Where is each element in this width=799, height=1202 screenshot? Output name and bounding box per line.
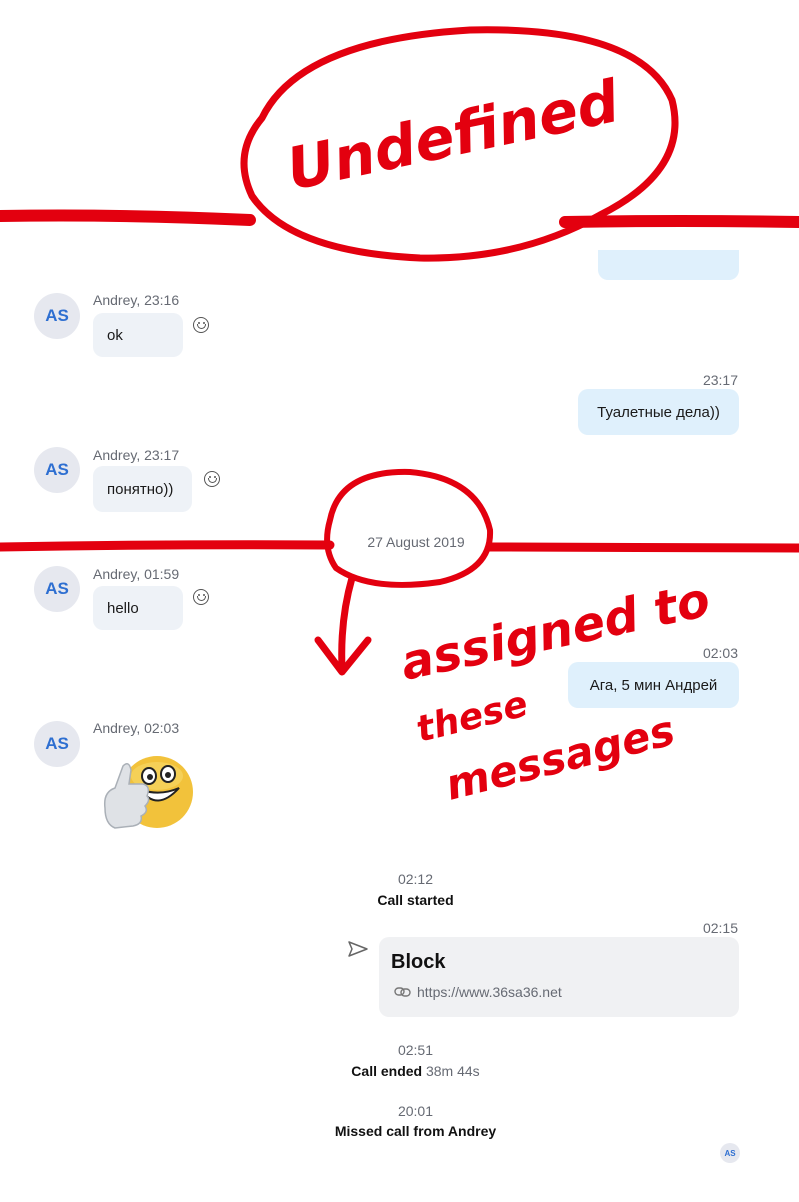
message-time: 23:17: [702, 372, 738, 388]
thumbs-up-emoticon[interactable]: [95, 752, 199, 832]
annotation-arrow-label-3: messages: [441, 706, 680, 810]
missed-call-label: Missed call from Andrey: [334, 1123, 497, 1139]
message-text: Ага, 5 мин Андрей: [589, 676, 718, 694]
message-text: ok: [107, 326, 123, 344]
annotation-top-label: Undefined: [281, 67, 625, 204]
date-divider: 27 August 2019: [349, 528, 483, 556]
system-time: 20:01: [397, 1103, 434, 1119]
avatar[interactable]: AS: [34, 293, 80, 339]
call-ended-label: Call ended: [351, 1063, 423, 1079]
incoming-message[interactable]: ok: [93, 313, 183, 357]
add-reaction-icon[interactable]: [204, 471, 220, 487]
link-icon: [394, 987, 411, 997]
message-meta: Andrey, 23:16: [93, 292, 180, 308]
add-reaction-icon[interactable]: [193, 317, 209, 333]
message-text: Туалетные дела)): [597, 403, 720, 421]
message-meta: Andrey, 01:59: [93, 566, 180, 582]
sent-icon: [348, 941, 368, 957]
call-ended-row: Call ended 38m 44s: [0, 1063, 799, 1079]
system-time: 02:51: [397, 1042, 434, 1058]
read-receipt-avatar: AS: [720, 1143, 740, 1163]
incoming-message[interactable]: hello: [93, 586, 183, 630]
link-url[interactable]: https://www.36sa36.net: [417, 984, 562, 1000]
message-meta: Andrey, 02:03: [93, 720, 180, 736]
link-card-title: Block: [391, 951, 446, 973]
annotation-arrow-label-2: these: [412, 684, 532, 751]
outgoing-message[interactable]: Ага, 5 мин Андрей: [568, 662, 739, 708]
add-reaction-icon[interactable]: [193, 589, 209, 605]
avatar[interactable]: AS: [34, 447, 80, 493]
outgoing-message[interactable]: Туалетные дела)): [578, 389, 739, 435]
message-text: hello: [107, 599, 139, 617]
avatar[interactable]: AS: [34, 721, 80, 767]
incoming-message[interactable]: понятно)): [93, 466, 192, 512]
message-meta: Andrey, 23:17: [93, 447, 180, 463]
call-duration: 38m 44s: [425, 1063, 480, 1079]
message-time: 02:15: [702, 920, 738, 936]
call-started-label: Call started: [377, 892, 454, 908]
link-card[interactable]: Block https://www.36sa36.net: [379, 937, 739, 1017]
message-text: понятно)): [107, 480, 174, 498]
message-time: 02:03: [702, 645, 738, 661]
system-time: 02:12: [397, 871, 434, 887]
partial-message-bubble: [598, 250, 739, 280]
avatar[interactable]: AS: [34, 566, 80, 612]
